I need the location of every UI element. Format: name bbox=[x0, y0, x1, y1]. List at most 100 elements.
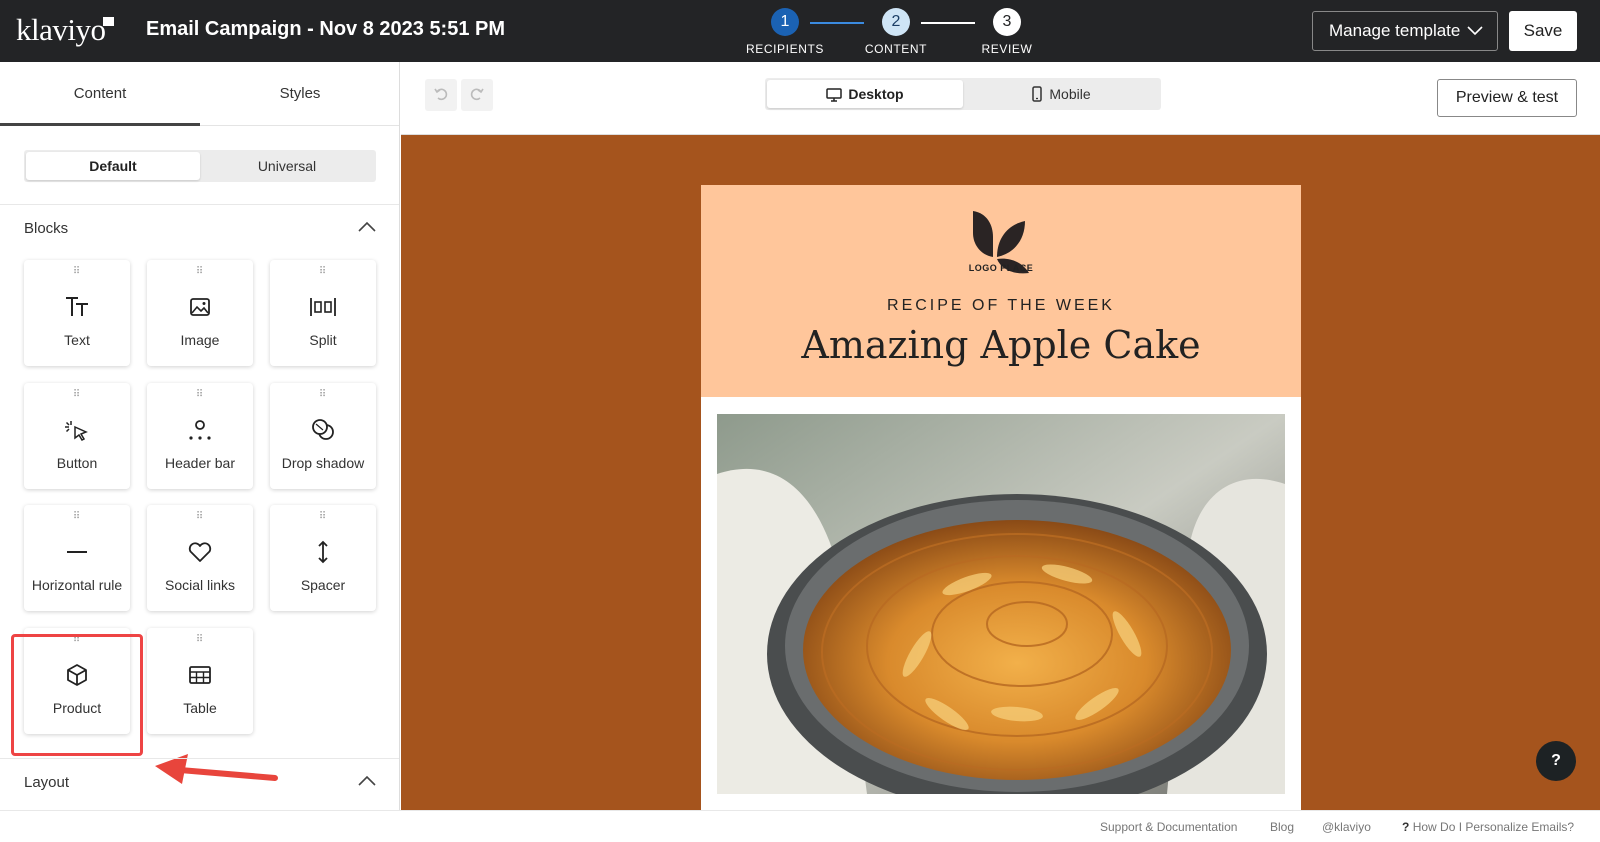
undo-button[interactable] bbox=[425, 79, 457, 111]
block-spacer[interactable]: ⠿ Spacer bbox=[270, 505, 376, 611]
device-view-toggle: Desktop Mobile bbox=[765, 78, 1161, 110]
footer-link-personalize-label: How Do I Personalize Emails? bbox=[1412, 820, 1575, 834]
tab-styles[interactable]: Styles bbox=[200, 62, 399, 126]
view-mobile[interactable]: Mobile bbox=[963, 80, 1159, 108]
block-drop-shadow[interactable]: ⠿ Drop shadow bbox=[270, 383, 376, 489]
block-label: Text bbox=[64, 332, 90, 348]
redo-button[interactable] bbox=[461, 79, 493, 111]
email-header-block[interactable]: LOGO PLACE RECIPE OF THE WEEK Amazing Ap… bbox=[701, 185, 1301, 397]
block-button[interactable]: ⠿ Button bbox=[24, 383, 130, 489]
drag-handle-icon: ⠿ bbox=[318, 389, 328, 400]
drag-handle-icon: ⠿ bbox=[72, 266, 82, 277]
block-header-bar[interactable]: ⠿ Header bar bbox=[147, 383, 253, 489]
divider bbox=[0, 758, 399, 759]
block-label: Header bar bbox=[164, 455, 236, 471]
heart-icon bbox=[188, 542, 212, 562]
email-canvas: LOGO PLACE RECIPE OF THE WEEK Amazing Ap… bbox=[401, 135, 1600, 810]
divider bbox=[0, 204, 399, 205]
chevron-up-icon bbox=[358, 220, 376, 238]
left-sidebar: Content Styles Default Universal Blocks … bbox=[0, 62, 400, 810]
toggle-default[interactable]: Default bbox=[26, 152, 200, 180]
email-kicker: RECIPE OF THE WEEK bbox=[887, 297, 1115, 314]
block-label: Horizontal rule bbox=[31, 577, 123, 593]
blocks-section-header[interactable]: Blocks bbox=[24, 220, 376, 244]
layout-section-header[interactable]: Layout bbox=[24, 774, 376, 798]
chevron-down-icon bbox=[1467, 12, 1483, 65]
footer: Support & Documentation Blog @klaviyo ? … bbox=[0, 810, 1600, 842]
block-label: Spacer bbox=[300, 577, 346, 593]
product-highlight-box bbox=[11, 634, 143, 756]
text-icon bbox=[66, 297, 88, 316]
manage-template-label: Manage template bbox=[1329, 21, 1461, 40]
step-label: REVIEW bbox=[981, 42, 1033, 56]
drag-handle-icon: ⠿ bbox=[195, 266, 205, 277]
drag-handle-icon: ⠿ bbox=[195, 511, 205, 522]
email-headline: Amazing Apple Cake bbox=[801, 323, 1201, 367]
editor-toolbar: Desktop Mobile Preview & test bbox=[401, 62, 1600, 135]
drag-handle-icon: ⠿ bbox=[318, 511, 328, 522]
redo-icon bbox=[470, 88, 484, 101]
desktop-icon bbox=[826, 88, 843, 102]
spacer-icon bbox=[318, 540, 328, 564]
view-desktop[interactable]: Desktop bbox=[767, 80, 963, 108]
drag-handle-icon: ⠿ bbox=[318, 266, 328, 277]
block-text[interactable]: ⠿ Text bbox=[24, 260, 130, 366]
progress-stepper: 1 RECIPIENTS 2 CONTENT 3 REVIEW bbox=[740, 8, 1040, 60]
horizontal-rule-icon bbox=[67, 551, 87, 553]
klaviyo-logo[interactable]: klaviyo bbox=[16, 12, 106, 48]
email-body: LOGO PLACE RECIPE OF THE WEEK Amazing Ap… bbox=[701, 185, 1301, 810]
footer-link-klaviyo[interactable]: @klaviyo bbox=[1322, 820, 1371, 834]
help-question-icon: ? bbox=[1402, 820, 1410, 834]
block-social-links[interactable]: ⠿ Social links bbox=[147, 505, 253, 611]
top-bar: klaviyo Email Campaign - Nov 8 2023 5:51… bbox=[0, 0, 1600, 62]
split-icon bbox=[310, 298, 336, 316]
header-bar-icon bbox=[189, 420, 211, 440]
block-label: Button bbox=[56, 455, 98, 471]
block-label: Drop shadow bbox=[281, 455, 365, 471]
image-icon bbox=[190, 298, 210, 316]
step-content[interactable]: 2 CONTENT bbox=[851, 8, 941, 56]
toggle-universal[interactable]: Universal bbox=[200, 152, 374, 180]
campaign-title: Email Campaign - Nov 8 2023 5:51 PM bbox=[146, 18, 506, 40]
preview-test-button[interactable]: Preview & test bbox=[1437, 79, 1577, 117]
drag-handle-icon: ⠿ bbox=[195, 389, 205, 400]
button-click-icon bbox=[65, 421, 88, 441]
step-review[interactable]: 3 REVIEW bbox=[962, 8, 1052, 56]
mobile-icon bbox=[1032, 86, 1043, 102]
footer-link-support[interactable]: Support & Documentation bbox=[1100, 820, 1237, 834]
view-desktop-label: Desktop bbox=[848, 86, 904, 102]
block-split[interactable]: ⠿ Split bbox=[270, 260, 376, 366]
step-number: 3 bbox=[993, 8, 1021, 36]
klaviyo-logo-flag-icon bbox=[103, 17, 114, 26]
drag-handle-icon: ⠿ bbox=[195, 634, 205, 645]
step-recipients[interactable]: 1 RECIPIENTS bbox=[740, 8, 830, 56]
block-table[interactable]: ⠿ Table bbox=[147, 628, 253, 734]
save-button[interactable]: Save bbox=[1509, 11, 1577, 51]
footer-link-personalize[interactable]: ? How Do I Personalize Emails? bbox=[1402, 820, 1574, 834]
footer-link-blog[interactable]: Blog bbox=[1270, 820, 1294, 834]
view-mobile-label: Mobile bbox=[1049, 86, 1091, 102]
undo-icon bbox=[434, 88, 448, 101]
drop-shadow-icon bbox=[312, 419, 334, 440]
tab-content[interactable]: Content bbox=[0, 62, 200, 126]
block-label: Table bbox=[183, 700, 217, 716]
help-button[interactable]: ? bbox=[1536, 741, 1576, 781]
step-label: CONTENT bbox=[864, 42, 928, 56]
drag-handle-icon: ⠿ bbox=[72, 511, 82, 522]
layout-heading: Layout bbox=[24, 774, 70, 791]
sidebar-tabs: Content Styles bbox=[0, 62, 399, 126]
hero-image-apple-cake[interactable] bbox=[717, 414, 1285, 794]
block-horizontal-rule[interactable]: ⠿ Horizontal rule bbox=[24, 505, 130, 611]
block-image[interactable]: ⠿ Image bbox=[147, 260, 253, 366]
drag-handle-icon: ⠿ bbox=[72, 389, 82, 400]
blocks-heading: Blocks bbox=[24, 220, 69, 237]
block-label: Split bbox=[309, 332, 337, 348]
block-label: Image bbox=[180, 332, 220, 348]
block-label: Social links bbox=[164, 577, 236, 593]
step-number: 1 bbox=[771, 8, 799, 36]
manage-template-button[interactable]: Manage template bbox=[1312, 11, 1498, 51]
chevron-up-icon bbox=[358, 774, 376, 792]
step-number: 2 bbox=[882, 8, 910, 36]
default-universal-toggle: Default Universal bbox=[24, 150, 376, 182]
table-icon bbox=[189, 666, 211, 684]
